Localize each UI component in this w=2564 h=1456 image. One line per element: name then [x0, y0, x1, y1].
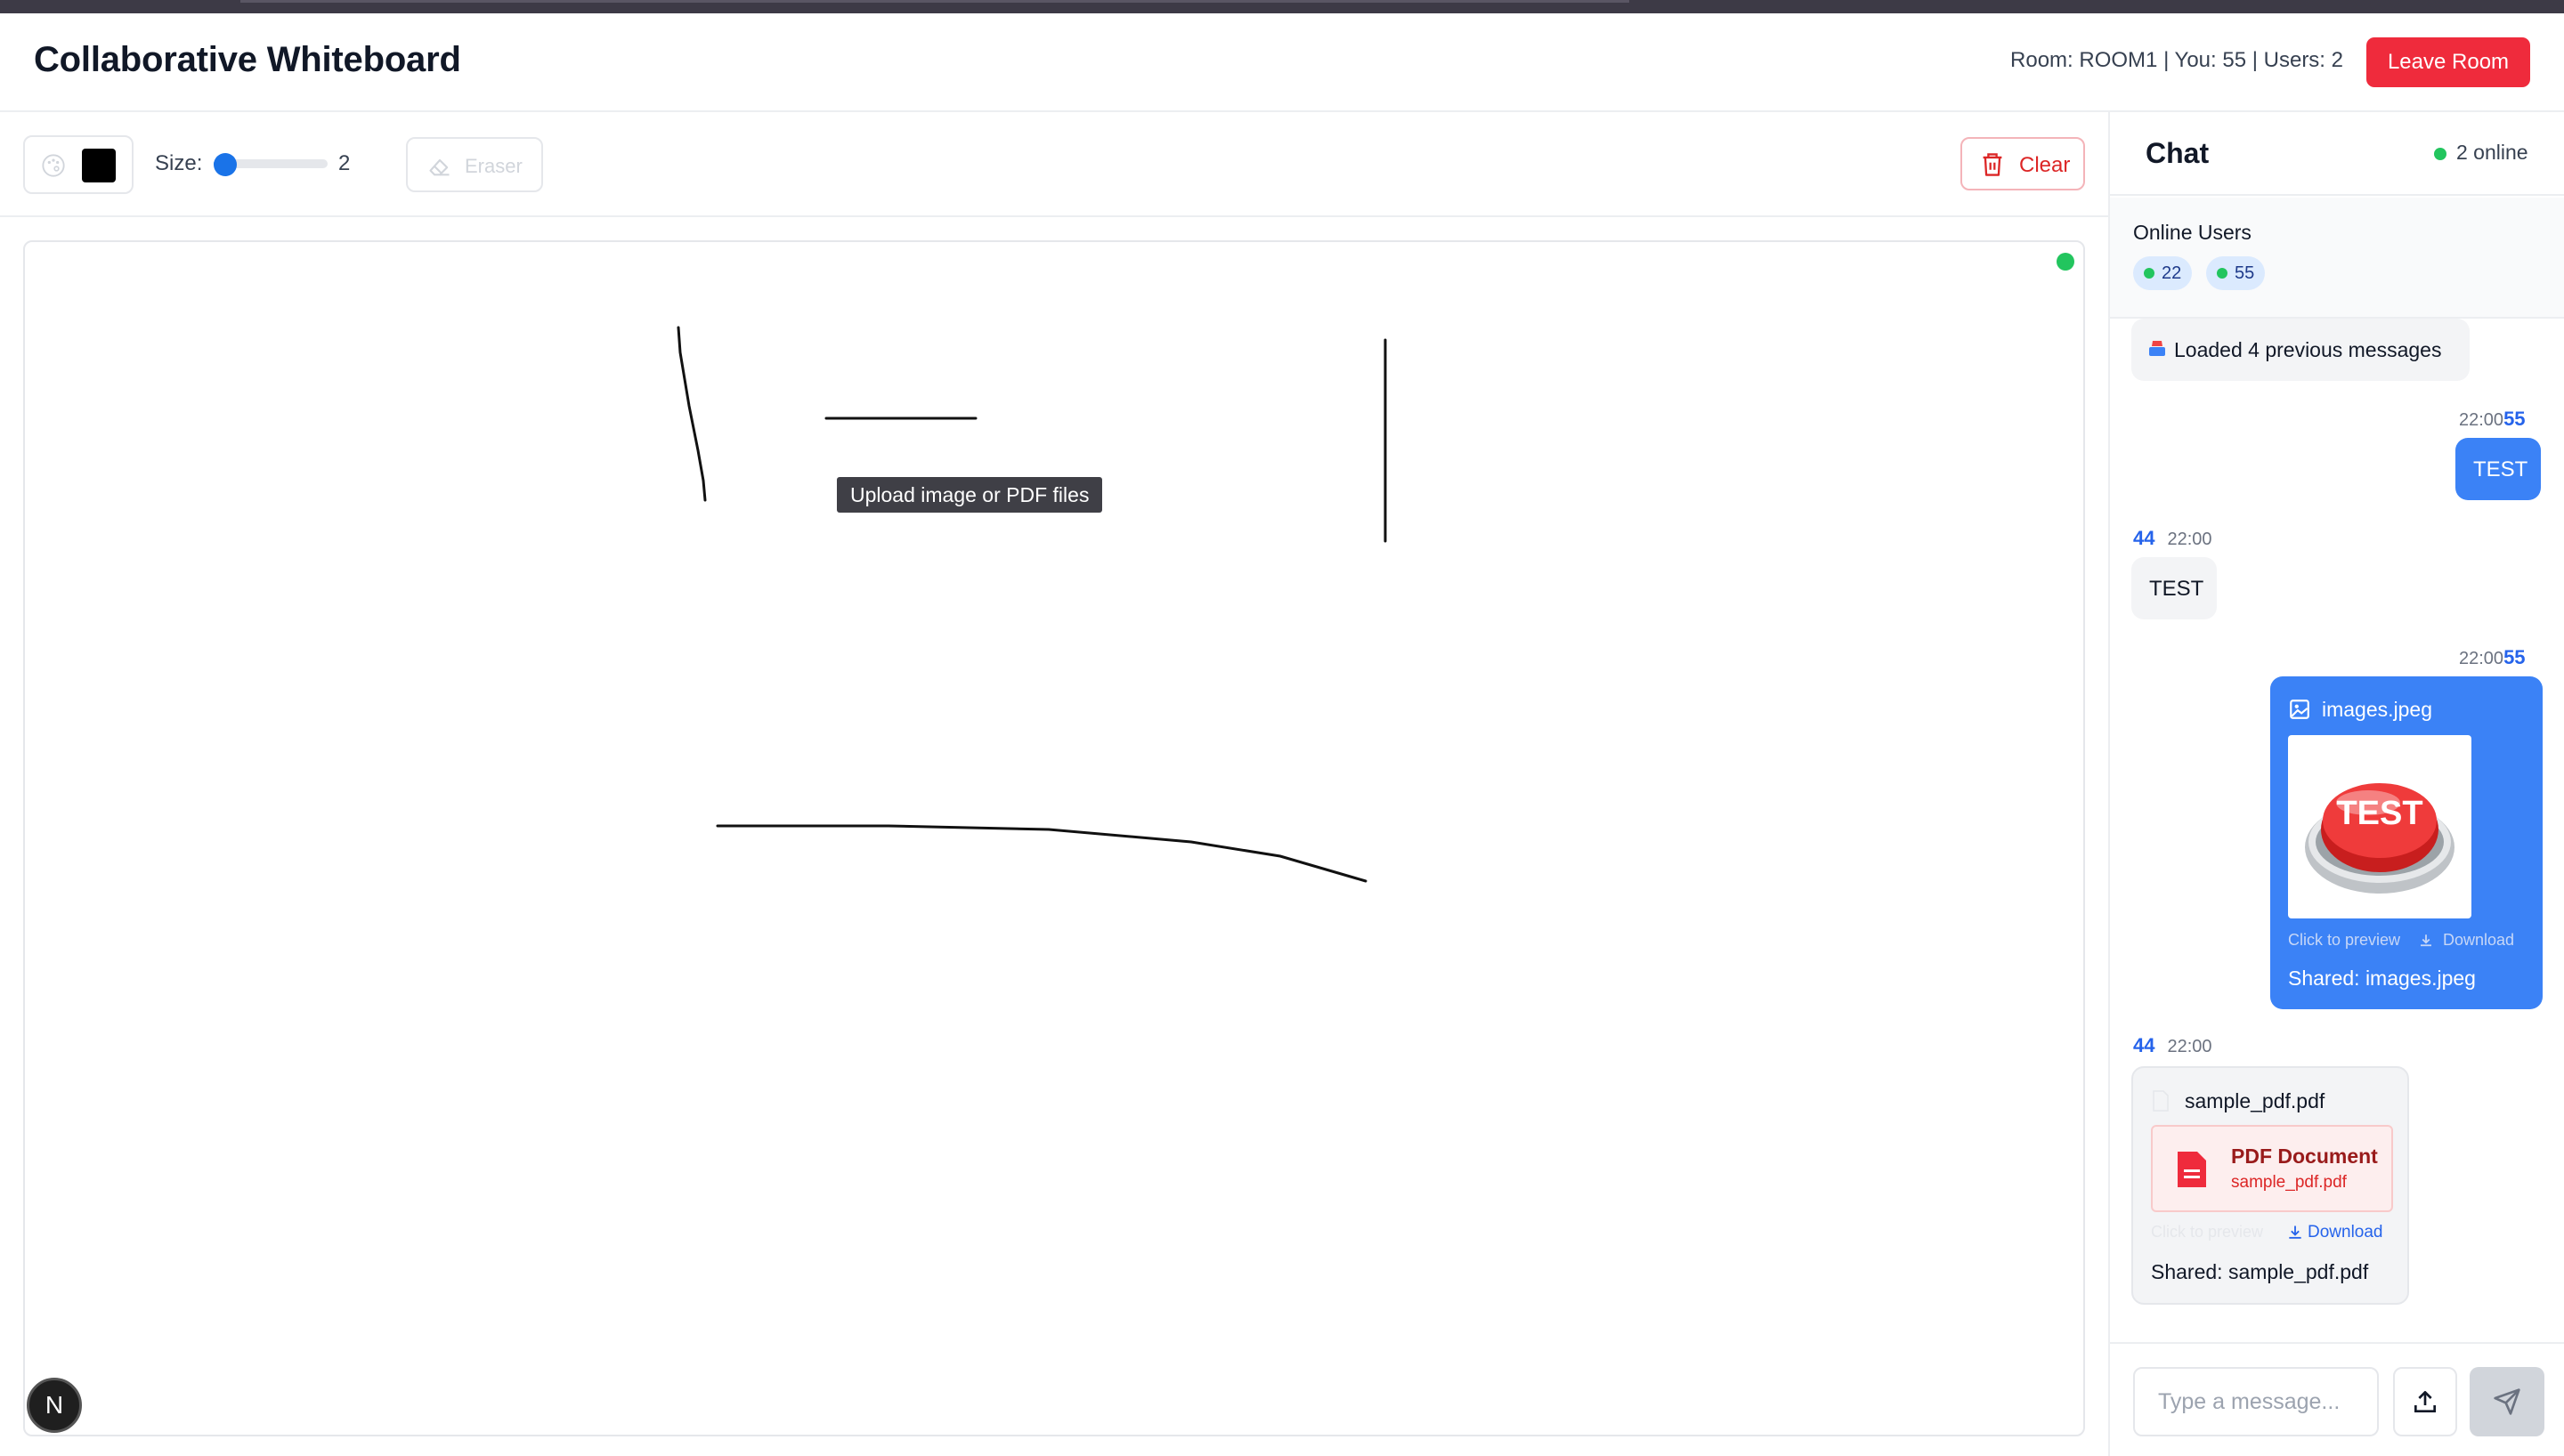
my-message-bubble: TEST [2455, 438, 2541, 500]
online-users-section: Online Users 22 55 [2110, 198, 2564, 319]
chat-header: Chat 2 online [2110, 112, 2564, 196]
app-header: Collaborative Whiteboard Room: ROOM1 | Y… [0, 13, 2564, 112]
size-label: Size: [155, 151, 203, 175]
clear-label: Clear [2019, 153, 2071, 177]
send-button[interactable] [2470, 1367, 2544, 1436]
inbox-icon [2149, 341, 2165, 356]
user-pill: 22 [2133, 256, 2193, 290]
message-user: 55 [2503, 408, 2526, 430]
user-pill-label: 55 [2235, 263, 2255, 283]
size-value: 2 [338, 151, 351, 175]
system-message-text: Loaded 4 previous messages [2174, 338, 2442, 361]
drawing-layer[interactable] [25, 242, 2085, 1436]
pdf-filename: sample_pdf.pdf [2231, 1173, 2347, 1192]
download-link[interactable]: Download [2443, 931, 2514, 950]
upload-tooltip: Upload image or PDF files [837, 477, 1103, 513]
message-user: 44 [2133, 1034, 2155, 1056]
shared-file-text: Shared: images.jpeg [2288, 967, 2476, 990]
room-info: Room: ROOM1 | You: 55 | Users: 2 [2010, 48, 2343, 72]
size-slider-handle[interactable] [213, 153, 237, 176]
shared-file-text: Shared: sample_pdf.pdf [2151, 1260, 2369, 1283]
file-icon [2153, 1090, 2169, 1112]
system-message: Loaded 4 previous messages [2131, 319, 2470, 381]
user-pill-label: 22 [2162, 263, 2182, 283]
app-title: Collaborative Whiteboard [34, 40, 461, 79]
message-time: 22:00 [2459, 649, 2504, 668]
message-text: TEST [2149, 577, 2204, 601]
download-icon [2289, 1225, 2301, 1239]
test-button-image: TEST [2305, 783, 2454, 894]
browser-top-strip [0, 0, 2564, 13]
message-text: TEST [2473, 457, 2528, 481]
online-status-dot [2434, 148, 2446, 160]
online-dot [2144, 268, 2154, 279]
message-user: 44 [2133, 527, 2155, 549]
file-name: images.jpeg [2322, 698, 2433, 721]
image-thumbnail[interactable]: TEST [2288, 735, 2471, 918]
other-message-bubble: TEST [2131, 557, 2217, 619]
leave-room-button[interactable]: Leave Room [2366, 37, 2530, 87]
message-time: 22:00 [2167, 530, 2212, 549]
message-time: 22:00 [2167, 1037, 2212, 1056]
eraser-button[interactable]: Eraser [406, 137, 543, 192]
upload-file-button[interactable] [2393, 1367, 2457, 1436]
chat-title: Chat [2146, 137, 2210, 169]
color-swatch[interactable] [82, 149, 116, 182]
palette-icon [42, 154, 65, 177]
download-link[interactable]: Download [2308, 1223, 2383, 1242]
image-file-icon [2290, 700, 2309, 719]
color-picker[interactable] [23, 135, 134, 194]
trash-icon [1983, 153, 2002, 176]
connection-status-dot [2057, 253, 2074, 271]
online-count: 2 online [2456, 141, 2528, 164]
user-pill: 55 [2206, 256, 2266, 290]
click-to-preview-label[interactable]: Click to preview [2151, 1223, 2263, 1242]
pdf-icon [2178, 1152, 2206, 1187]
upload-icon [2414, 1391, 2436, 1412]
online-users-title: Online Users [2133, 221, 2252, 244]
chat-composer [2110, 1342, 2564, 1456]
message-input[interactable] [2133, 1367, 2379, 1436]
click-to-preview-label[interactable]: Click to preview [2288, 931, 2400, 950]
message-meta: 44 22:00 [2133, 1034, 2212, 1057]
clear-button[interactable]: Clear [1960, 137, 2085, 190]
pdf-title: PDF Document [2231, 1145, 2378, 1168]
drawing-toolbar: Size: 2 Eraser Clear [0, 112, 2108, 217]
online-dot [2217, 268, 2227, 279]
file-name: sample_pdf.pdf [2185, 1089, 2325, 1112]
message-meta: 22:0055 [2459, 646, 2526, 669]
dev-tools-badge[interactable]: N [27, 1378, 82, 1433]
message-user: 55 [2503, 646, 2526, 668]
pdf-preview[interactable]: PDF Document sample_pdf.pdf [2151, 1125, 2393, 1212]
download-icon [2421, 934, 2431, 947]
message-meta: 44 22:00 [2133, 527, 2212, 550]
whiteboard-canvas[interactable]: Upload image or PDF files [23, 240, 2085, 1436]
eraser-icon [429, 158, 450, 176]
send-icon [2494, 1388, 2520, 1415]
message-meta: 22:0055 [2459, 408, 2526, 431]
message-time: 22:00 [2459, 410, 2504, 430]
eraser-label: Eraser [465, 155, 523, 177]
pdf-message-card: sample_pdf.pdf PDF Document sample_pdf.p… [2131, 1066, 2409, 1305]
thumbnail-text: TEST [2336, 795, 2422, 832]
image-message-card: images.jpeg TEST Click to preview Downlo… [2270, 676, 2543, 1009]
drawn-stroke [716, 824, 1367, 883]
drawn-stroke [677, 326, 707, 502]
